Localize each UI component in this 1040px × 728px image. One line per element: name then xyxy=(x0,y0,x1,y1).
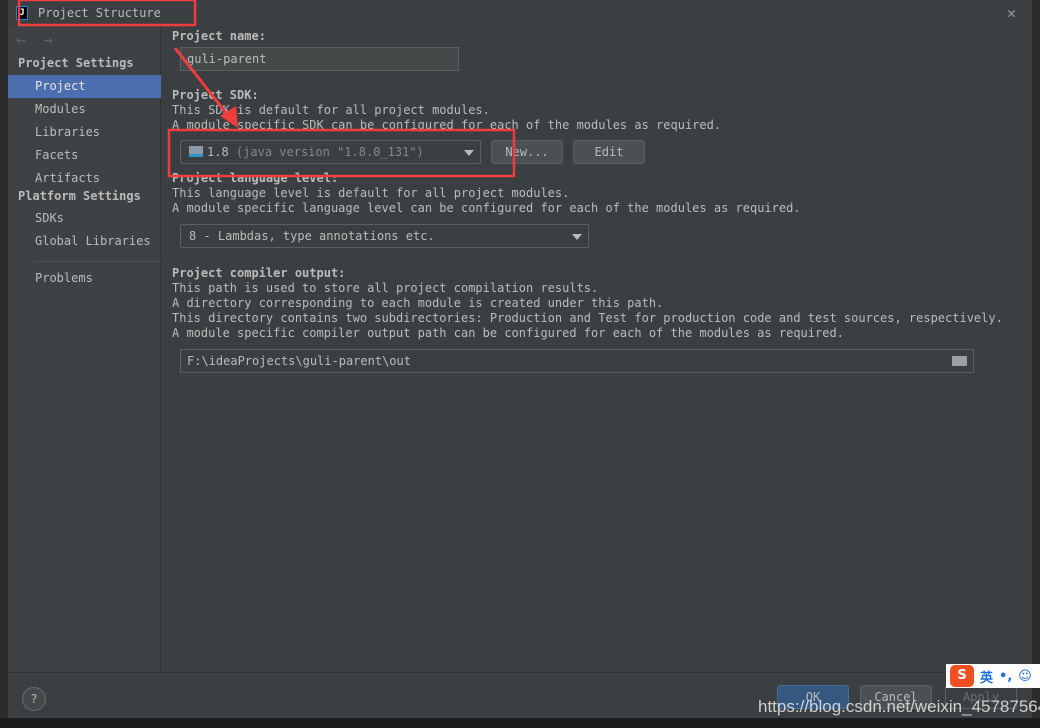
sidebar-item-problems[interactable]: Problems xyxy=(8,267,161,290)
forward-arrow-icon[interactable]: → xyxy=(43,30,53,49)
sidebar-item-facets[interactable]: Facets xyxy=(8,144,161,167)
project-structure-dialog: J Project Structure ✕ ← → Project Settin… xyxy=(8,0,1032,718)
language-description-2: A module specific language level can be … xyxy=(172,201,801,215)
window-title: Project Structure xyxy=(38,6,161,20)
sdk-folder-icon xyxy=(189,146,203,157)
language-level-label: Project language level: xyxy=(172,171,339,185)
compiler-output-value: F:\ideaProjects\guli-parent\out xyxy=(187,354,411,368)
intellij-app-icon: J xyxy=(16,6,28,20)
sidebar-divider xyxy=(35,261,161,262)
edit-sdk-button[interactable]: Edit xyxy=(573,140,645,164)
sidebar-item-sdks[interactable]: SDKs xyxy=(8,207,161,230)
title-bar: J Project Structure ✕ xyxy=(8,0,1032,26)
output-description-2: A directory corresponding to each module… xyxy=(172,296,664,310)
back-arrow-icon[interactable]: ← xyxy=(16,30,26,49)
new-sdk-button[interactable]: New... xyxy=(491,140,563,164)
output-description-3: This directory contains two subdirectori… xyxy=(172,311,1003,325)
sidebar-item-global-libraries[interactable]: Global Libraries xyxy=(8,230,161,253)
output-description-4: A module specific compiler output path c… xyxy=(172,326,844,340)
sidebar: ← → Project Settings Project Modules Lib… xyxy=(8,26,161,672)
compiler-output-label: Project compiler output: xyxy=(172,266,346,280)
output-description-1: This path is used to store all project c… xyxy=(172,281,599,295)
watermark: https://blog.csdn.net/weixin_45787564 xyxy=(758,697,1040,716)
emoji-icon[interactable]: ☺ xyxy=(1018,669,1032,684)
project-sdk-label: Project SDK: xyxy=(172,88,259,102)
language-description-1: This language level is default for all p… xyxy=(172,186,570,200)
sdk-description-2: A module specific SDK can be configured … xyxy=(172,118,722,132)
sogou-logo: S xyxy=(950,665,974,687)
sidebar-item-libraries[interactable]: Libraries xyxy=(8,121,161,144)
chevron-down-icon xyxy=(464,150,474,156)
taskbar xyxy=(0,718,1040,728)
section-platform-settings: Platform Settings xyxy=(18,189,141,203)
sdk-description-1: This SDK is default for all project modu… xyxy=(172,103,490,117)
project-name-label: Project name: xyxy=(172,29,266,43)
sdk-version: 1.8 xyxy=(207,145,229,159)
close-icon[interactable]: ✕ xyxy=(1007,4,1016,22)
compiler-output-input[interactable]: F:\ideaProjects\guli-parent\out xyxy=(180,349,974,373)
nav-arrows: ← → xyxy=(16,30,53,49)
sidebar-item-modules[interactable]: Modules xyxy=(8,98,161,121)
language-level-dropdown[interactable]: 8 - Lambdas, type annotations etc. xyxy=(180,224,589,248)
ime-language[interactable]: 英 xyxy=(980,667,993,686)
ime-toolbar[interactable]: S 英 •, ☺ xyxy=(946,664,1040,688)
sdk-detail: (java version "1.8.0_131") xyxy=(235,145,424,159)
sdk-dropdown[interactable]: 1.8 (java version "1.8.0_131") xyxy=(180,140,481,164)
sidebar-item-artifacts[interactable]: Artifacts xyxy=(8,167,161,190)
browse-folder-icon[interactable] xyxy=(952,356,967,366)
section-project-settings: Project Settings xyxy=(18,56,134,70)
language-level-value: 8 - Lambdas, type annotations etc. xyxy=(189,229,435,243)
ime-punctuation[interactable]: •, xyxy=(999,669,1012,684)
project-name-input[interactable]: guli-parent xyxy=(180,47,459,71)
chevron-down-icon xyxy=(572,234,582,240)
sidebar-item-project[interactable]: Project xyxy=(8,75,161,98)
help-button[interactable]: ? xyxy=(22,687,46,711)
